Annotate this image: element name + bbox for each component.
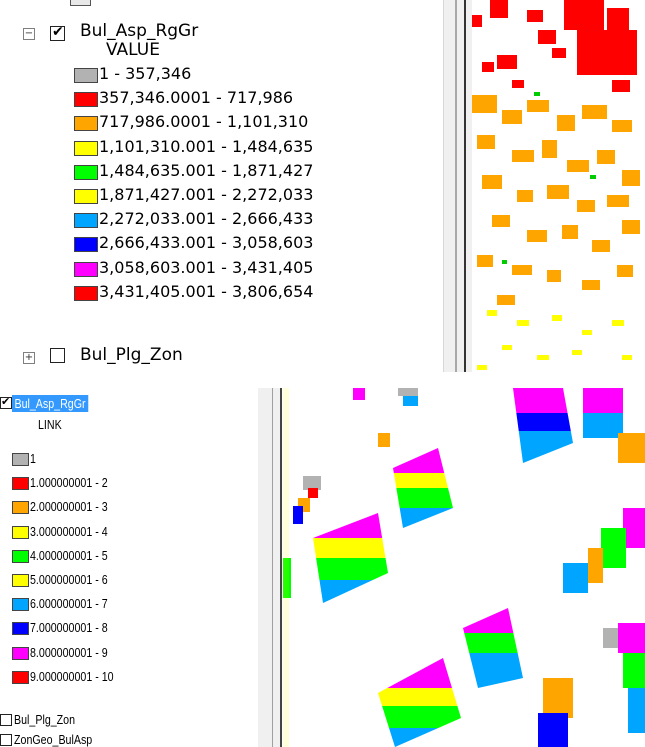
- layer-name-selected[interactable]: Bul_Asp_RgGr: [12, 395, 89, 412]
- collapse-layer-icon[interactable]: −: [23, 28, 35, 40]
- layer-visibility-checkbox-2[interactable]: [0, 734, 12, 746]
- table-of-contents-bottom: ✔ Bul_Asp_RgGr LINK 1 1.000000001 - 2 2.00…: [0, 388, 258, 747]
- legend-swatch: [74, 140, 98, 156]
- legend-swatch: [12, 598, 29, 612]
- symbology-field-name: LINK: [38, 417, 62, 432]
- legend-swatch: [12, 670, 29, 684]
- next-layer-visibility-checkbox[interactable]: [50, 348, 65, 363]
- legend-swatch: [74, 68, 98, 83]
- legend-class-label: 5.000000001 - 6: [30, 572, 108, 587]
- next-layer-name[interactable]: Bul_Plg_Zon: [14, 712, 75, 727]
- legend-swatch: [74, 285, 98, 301]
- legend-swatch: [12, 501, 29, 515]
- legend-class-label: 3,431,405.001 - 3,806,654: [99, 281, 314, 301]
- next-layer-name[interactable]: Bul_Plg_Zon: [80, 345, 183, 365]
- legend-swatch: [74, 189, 98, 204]
- next-layer-visibility-checkbox[interactable]: [0, 714, 12, 726]
- symbology-field-name: VALUE: [106, 40, 160, 60]
- checkmark-icon: ✔: [1, 395, 11, 408]
- previous-layer-symbol: [70, 0, 91, 6]
- building-map-overview: [472, 0, 640, 370]
- legend-swatch: [12, 525, 29, 539]
- legend-swatch: [74, 92, 98, 108]
- map-view-bottom[interactable]: [283, 388, 645, 747]
- legend-class-label: 6.000000001 - 7: [30, 596, 108, 612]
- legend-class-label: 357,346.0001 - 717,986: [99, 88, 294, 108]
- expand-layer-icon[interactable]: +: [23, 352, 35, 364]
- legend-class-label: 1,484,635.001 - 1,871,427: [99, 160, 314, 180]
- legend-swatch: [12, 453, 29, 466]
- layer-name[interactable]: Bul_Asp_RgGr: [80, 21, 198, 41]
- legend-swatch: [74, 213, 98, 229]
- legend-swatch: [74, 237, 98, 253]
- legend-class-label: 7.000000001 - 8: [30, 620, 108, 636]
- table-of-contents-top: − ✔ Bul_Asp_RgGr VALUE 1 - 357,346 357,34…: [0, 0, 443, 372]
- layer-visibility-checkbox[interactable]: ✔: [0, 395, 12, 409]
- legend-swatch: [12, 549, 29, 563]
- layer-name-2[interactable]: ZonGeo_BulAsp: [14, 732, 92, 747]
- checkmark-icon: ✔: [52, 24, 64, 40]
- legend-class-label: 1 - 357,346: [99, 64, 192, 83]
- legend-swatch: [74, 164, 98, 180]
- building-aspect-map: [283, 388, 645, 747]
- legend-class-label: 1: [30, 451, 36, 466]
- legend-swatch: [74, 261, 98, 277]
- legend-class-label: 3.000000001 - 4: [30, 523, 108, 539]
- legend-swatch: [12, 646, 29, 660]
- legend-swatch: [12, 477, 29, 491]
- legend-class-label: 2,666,433.001 - 3,058,603: [99, 233, 314, 253]
- toc-map-splitter[interactable]: [258, 388, 282, 747]
- legend-swatch: [74, 116, 98, 132]
- map-view-top[interactable]: [472, 0, 645, 372]
- top-screenshot-panel: − ✔ Bul_Asp_RgGr VALUE 1 - 357,346 357,34…: [0, 0, 645, 372]
- legend-class-label: 1,101,310.001 - 1,484,635: [99, 136, 314, 156]
- legend-class-label: 717,986.0001 - 1,101,310: [99, 112, 309, 132]
- layer-visibility-checkbox[interactable]: ✔: [50, 24, 65, 41]
- legend-class-label: 1.000000001 - 2: [30, 475, 108, 491]
- legend-class-label: 2.000000001 - 3: [30, 499, 108, 515]
- legend-class-label: 8.000000001 - 9: [30, 644, 108, 660]
- legend-class-label: 2,272,033.001 - 2,666,433: [99, 209, 314, 229]
- legend-swatch: [12, 574, 29, 587]
- legend-class-label: 9.000000001 - 10: [30, 668, 114, 684]
- legend-class-label: 3,058,603.001 - 3,431,405: [99, 257, 314, 277]
- legend-swatch: [12, 622, 29, 636]
- bottom-screenshot-panel: ✔ Bul_Asp_RgGr LINK 1 1.000000001 - 2 2.00…: [0, 388, 645, 747]
- legend-class-label: 4.000000001 - 5: [30, 547, 108, 563]
- toc-map-splitter[interactable]: [443, 0, 472, 372]
- legend-class-label: 1,871,427.001 - 2,272,033: [99, 185, 314, 204]
